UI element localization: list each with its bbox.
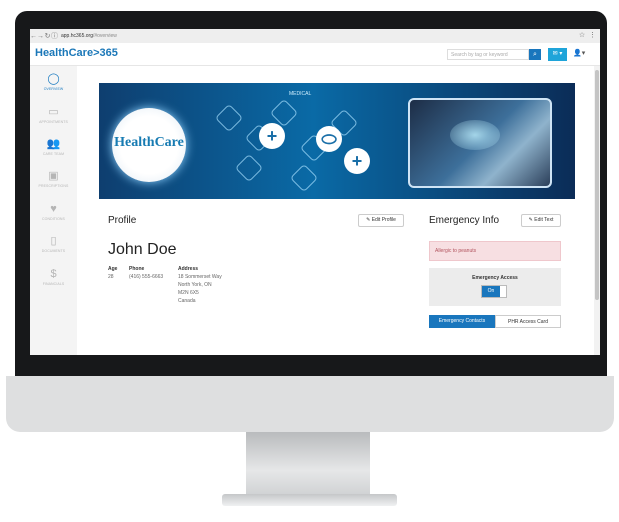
pill-icon: ⬭: [316, 126, 342, 152]
app-logo[interactable]: HealthCare>365: [35, 47, 118, 59]
sidebar-item-label: PRESCRIPTIONS: [38, 184, 69, 188]
pencil-icon: ✎: [528, 217, 533, 223]
banner-brand-text: HealthCare: [114, 135, 184, 150]
edit-profile-label: Edit Profile: [371, 217, 396, 223]
sidebar-item-appointments[interactable]: ▭ APPOINTMENTS: [30, 106, 77, 124]
heart-icon: ♥: [50, 203, 57, 215]
calendar-icon: ▭: [48, 106, 59, 118]
patient-name: John Doe: [108, 241, 177, 258]
scrollbar-thumb[interactable]: [595, 70, 599, 300]
document-icon: ▯: [50, 235, 57, 247]
emergency-access-panel: Emergency Access On: [429, 268, 561, 306]
tab-phr-access-card[interactable]: PHR Access Card: [495, 315, 561, 328]
sidebar-item-care-team[interactable]: 👥 CARE TEAM: [30, 138, 77, 156]
hex-outline: [214, 103, 244, 133]
sidebar: ◯ OVERVIEW ▭ APPOINTMENTS 👥 CARE TEAM ▣ …: [30, 66, 77, 355]
address-label: Address: [178, 266, 199, 272]
banner-hex-label: MEDICAL: [289, 91, 312, 97]
sidebar-item-label: DOCUMENTS: [41, 249, 66, 253]
address-line: 18 Sommerset Way: [178, 274, 222, 280]
banner-logo-circle: HealthCare: [112, 108, 186, 182]
search-button[interactable]: ⌕: [529, 49, 541, 60]
chat-icon: ✉ ▾: [552, 51, 563, 57]
browser-actions: ☆ ⋮: [579, 31, 596, 39]
hero-banner: HealthCare + ⬭ + MEDICAL: [99, 83, 575, 199]
phone-value: (416) 555-6663: [129, 274, 164, 280]
sidebar-item-overview[interactable]: ◯ OVERVIEW: [30, 73, 77, 91]
url-host: app.hc365.org: [61, 33, 93, 39]
info-icon: ⓘ: [51, 33, 58, 40]
toggle-on-label: On: [482, 286, 500, 297]
banner-photo: [408, 98, 552, 188]
sidebar-item-documents[interactable]: ▯ DOCUMENTS: [30, 235, 77, 253]
profile-title: Profile: [108, 215, 137, 226]
sidebar-item-conditions[interactable]: ♥ CONDITIONS: [30, 203, 77, 221]
age-value: 28: [108, 274, 114, 280]
app-header: HealthCare>365 Search by tag or keyword …: [30, 43, 600, 66]
sidebar-item-label: CONDITIONS: [42, 217, 65, 221]
screen: ← → ↻ ⓘ app.hc365.org/#overview ☆ ⋮ Heal…: [30, 29, 600, 355]
tab-emergency-contacts[interactable]: Emergency Contacts: [429, 315, 495, 328]
messages-button[interactable]: ✉ ▾: [548, 48, 567, 61]
emergency-title: Emergency Info: [429, 215, 500, 226]
allergy-alert: Allergic to peanuts: [429, 241, 561, 261]
user-icon: 👤▾: [573, 50, 586, 57]
edit-text-button[interactable]: ✎ Edit Text: [521, 214, 561, 227]
forward-icon[interactable]: →: [37, 33, 44, 40]
edit-profile-button[interactable]: ✎ Edit Profile: [358, 214, 404, 227]
scrollbar[interactable]: [594, 66, 600, 355]
search-input[interactable]: Search by tag or keyword: [447, 49, 529, 60]
sidebar-item-label: APPOINTMENTS: [39, 120, 68, 124]
circle-icon: ◯: [47, 73, 60, 85]
medical-cross-icon: +: [344, 148, 370, 174]
hex-outline: [289, 163, 319, 193]
address-line: North York, ON: [178, 282, 212, 288]
edit-text-label: Edit Text: [534, 217, 554, 223]
search-icon: ⌕: [533, 51, 537, 58]
medical-cross-icon: +: [259, 123, 285, 149]
url-path: /#overview: [92, 33, 117, 39]
reload-icon[interactable]: ↻: [44, 32, 51, 40]
dollar-icon: $: [50, 268, 57, 280]
sidebar-item-label: OVERVIEW: [43, 87, 64, 91]
monitor-chin: [6, 376, 614, 432]
sidebar-item-prescriptions[interactable]: ▣ PRESCRIPTIONS: [30, 170, 77, 188]
back-icon[interactable]: ←: [30, 33, 37, 40]
sidebar-item-label: CARE TEAM: [42, 152, 65, 156]
monitor-stand: [246, 432, 370, 496]
team-icon: 👥: [46, 138, 61, 150]
monitor-base: [222, 494, 397, 506]
kebab-icon[interactable]: ⋮: [589, 32, 596, 39]
emergency-access-label: Emergency Access: [472, 275, 518, 281]
emergency-access-toggle[interactable]: On: [481, 285, 507, 298]
sidebar-item-label: FINANCIALS: [42, 282, 65, 286]
prescription-icon: ▣: [48, 170, 59, 182]
sidebar-item-financials[interactable]: $ FINANCIALS: [30, 268, 77, 286]
pencil-icon: ✎: [366, 217, 371, 223]
phone-label: Phone: [129, 266, 145, 272]
star-icon[interactable]: ☆: [579, 32, 585, 39]
hex-outline: [234, 153, 264, 183]
address-line: M2N 6X5: [178, 290, 199, 296]
browser-toolbar: ← → ↻ ⓘ app.hc365.org/#overview ☆ ⋮: [30, 29, 600, 43]
address-value: 18 Sommerset Way North York, ON M2N 6X5 …: [178, 273, 222, 305]
age-label: Age: [108, 266, 118, 272]
user-menu-button[interactable]: 👤▾: [573, 49, 585, 57]
address-bar[interactable]: app.hc365.org/#overview: [61, 33, 117, 39]
address-line: Canada: [178, 298, 196, 304]
